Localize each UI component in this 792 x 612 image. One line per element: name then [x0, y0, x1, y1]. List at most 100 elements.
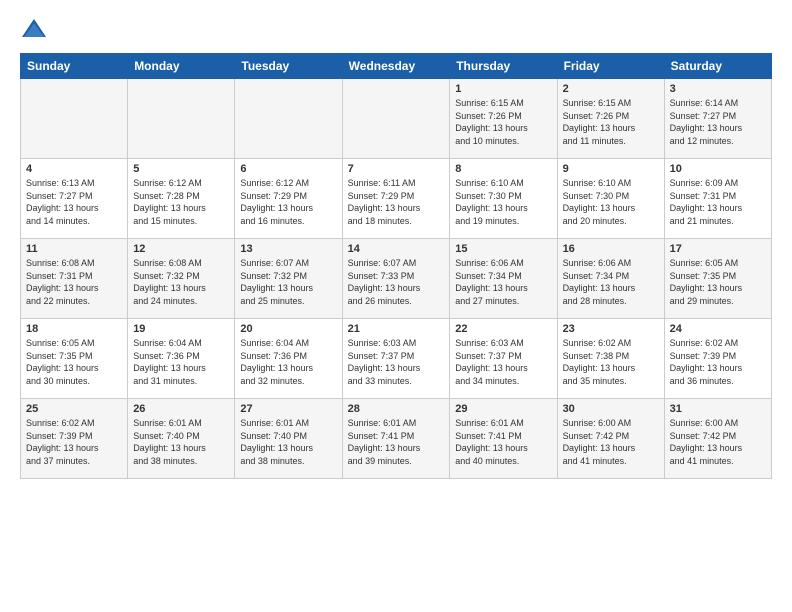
day-info: Sunrise: 6:05 AM Sunset: 7:35 PM Dayligh… — [26, 337, 122, 387]
day-cell-20: 20 Sunrise: 6:04 AM Sunset: 7:36 PM Dayli… — [235, 319, 342, 399]
day-number: 27 — [240, 403, 336, 415]
day-info: Sunrise: 6:12 AM Sunset: 7:29 PM Dayligh… — [240, 177, 336, 227]
day-cell-9: 9Sunrise: 6:10 AM Sunset: 7:30 PM Daylig… — [557, 159, 664, 239]
day-number: 2 — [563, 83, 659, 95]
day-cell-21: 21 Sunrise: 6:03 AM Sunset: 7:37 PM Dayli… — [342, 319, 450, 399]
day-cell-25: 25Sunrise: 6:02 AM Sunset: 7:39 PM Dayli… — [21, 399, 128, 479]
week-row-2: 4 Sunrise: 6:13 AM Sunset: 7:27 PM Daylig… — [21, 159, 772, 239]
day-number: 19 — [133, 323, 229, 335]
day-info: Sunrise: 6:11 AM Sunset: 7:29 PM Dayligh… — [348, 177, 445, 227]
day-cell-24: 24 Sunrise: 6:02 AM Sunset: 7:39 PM Dayli… — [664, 319, 771, 399]
day-cell-empty-0-2 — [235, 79, 342, 159]
day-cell-7: 7 Sunrise: 6:11 AM Sunset: 7:29 PM Daylig… — [342, 159, 450, 239]
day-info: Sunrise: 6:02 AM Sunset: 7:39 PM Dayligh… — [26, 417, 122, 467]
day-cell-3: 3Sunrise: 6:14 AM Sunset: 7:27 PM Daylig… — [664, 79, 771, 159]
day-number: 11 — [26, 243, 122, 255]
week-row-3: 11 Sunrise: 6:08 AM Sunset: 7:31 PM Dayli… — [21, 239, 772, 319]
day-number: 31 — [670, 403, 766, 415]
day-cell-5: 5Sunrise: 6:12 AM Sunset: 7:28 PM Daylig… — [128, 159, 235, 239]
day-number: 17 — [670, 243, 766, 255]
day-info: Sunrise: 6:02 AM Sunset: 7:39 PM Dayligh… — [670, 337, 766, 387]
day-info: Sunrise: 6:05 AM Sunset: 7:35 PM Dayligh… — [670, 257, 766, 307]
day-number: 1 — [455, 83, 551, 95]
day-info: Sunrise: 6:00 AM Sunset: 7:42 PM Dayligh… — [670, 417, 766, 467]
day-info: Sunrise: 6:06 AM Sunset: 7:34 PM Dayligh… — [563, 257, 659, 307]
week-row-1: 1 Sunrise: 6:15 AM Sunset: 7:26 PM Daylig… — [21, 79, 772, 159]
day-number: 23 — [563, 323, 659, 335]
day-info: Sunrise: 6:04 AM Sunset: 7:36 PM Dayligh… — [240, 337, 336, 387]
day-info: Sunrise: 6:13 AM Sunset: 7:27 PM Dayligh… — [26, 177, 122, 227]
day-number: 24 — [670, 323, 766, 335]
col-header-thursday: Thursday — [450, 54, 557, 79]
day-cell-31: 31 Sunrise: 6:00 AM Sunset: 7:42 PM Dayli… — [664, 399, 771, 479]
day-number: 15 — [455, 243, 551, 255]
day-number: 30 — [563, 403, 659, 415]
day-cell-empty-0-3 — [342, 79, 450, 159]
day-number: 4 — [26, 163, 122, 175]
day-info: Sunrise: 6:01 AM Sunset: 7:41 PM Dayligh… — [455, 417, 551, 467]
day-info: Sunrise: 6:09 AM Sunset: 7:31 PM Dayligh… — [670, 177, 766, 227]
day-info: Sunrise: 6:07 AM Sunset: 7:33 PM Dayligh… — [348, 257, 445, 307]
day-cell-15: 15 Sunrise: 6:06 AM Sunset: 7:34 PM Dayli… — [450, 239, 557, 319]
day-number: 13 — [240, 243, 336, 255]
day-number: 10 — [670, 163, 766, 175]
day-info: Sunrise: 6:15 AM Sunset: 7:26 PM Dayligh… — [455, 97, 551, 147]
day-number: 8 — [455, 163, 551, 175]
day-info: Sunrise: 6:01 AM Sunset: 7:40 PM Dayligh… — [240, 417, 336, 467]
day-number: 28 — [348, 403, 445, 415]
day-info: Sunrise: 6:03 AM Sunset: 7:37 PM Dayligh… — [348, 337, 445, 387]
day-number: 20 — [240, 323, 336, 335]
day-cell-19: 19 Sunrise: 6:04 AM Sunset: 7:36 PM Dayli… — [128, 319, 235, 399]
day-number: 21 — [348, 323, 445, 335]
day-info: Sunrise: 6:08 AM Sunset: 7:31 PM Dayligh… — [26, 257, 122, 307]
col-header-saturday: Saturday — [664, 54, 771, 79]
day-info: Sunrise: 6:10 AM Sunset: 7:30 PM Dayligh… — [455, 177, 551, 227]
day-cell-22: 22Sunrise: 6:03 AM Sunset: 7:37 PM Dayli… — [450, 319, 557, 399]
col-header-wednesday: Wednesday — [342, 54, 450, 79]
day-cell-27: 27 Sunrise: 6:01 AM Sunset: 7:40 PM Dayli… — [235, 399, 342, 479]
day-info: Sunrise: 6:06 AM Sunset: 7:34 PM Dayligh… — [455, 257, 551, 307]
day-info: Sunrise: 6:12 AM Sunset: 7:28 PM Dayligh… — [133, 177, 229, 227]
day-number: 16 — [563, 243, 659, 255]
calendar-header-row: SundayMondayTuesdayWednesdayThursdayFrid… — [21, 54, 772, 79]
day-cell-12: 12 Sunrise: 6:08 AM Sunset: 7:32 PM Dayli… — [128, 239, 235, 319]
day-info: Sunrise: 6:00 AM Sunset: 7:42 PM Dayligh… — [563, 417, 659, 467]
day-info: Sunrise: 6:15 AM Sunset: 7:26 PM Dayligh… — [563, 97, 659, 147]
calendar-table: SundayMondayTuesdayWednesdayThursdayFrid… — [20, 53, 772, 479]
day-number: 6 — [240, 163, 336, 175]
day-info: Sunrise: 6:02 AM Sunset: 7:38 PM Dayligh… — [563, 337, 659, 387]
header — [20, 15, 772, 43]
day-cell-8: 8 Sunrise: 6:10 AM Sunset: 7:30 PM Daylig… — [450, 159, 557, 239]
day-cell-2: 2 Sunrise: 6:15 AM Sunset: 7:26 PM Daylig… — [557, 79, 664, 159]
day-cell-4: 4 Sunrise: 6:13 AM Sunset: 7:27 PM Daylig… — [21, 159, 128, 239]
day-cell-1: 1 Sunrise: 6:15 AM Sunset: 7:26 PM Daylig… — [450, 79, 557, 159]
day-number: 7 — [348, 163, 445, 175]
day-number: 3 — [670, 83, 766, 95]
day-cell-23: 23 Sunrise: 6:02 AM Sunset: 7:38 PM Dayli… — [557, 319, 664, 399]
day-cell-empty-0-0 — [21, 79, 128, 159]
day-number: 29 — [455, 403, 551, 415]
logo-icon — [20, 15, 48, 43]
day-info: Sunrise: 6:04 AM Sunset: 7:36 PM Dayligh… — [133, 337, 229, 387]
day-cell-empty-0-1 — [128, 79, 235, 159]
day-number: 14 — [348, 243, 445, 255]
day-cell-14: 14 Sunrise: 6:07 AM Sunset: 7:33 PM Dayli… — [342, 239, 450, 319]
col-header-tuesday: Tuesday — [235, 54, 342, 79]
col-header-sunday: Sunday — [21, 54, 128, 79]
week-row-4: 18Sunrise: 6:05 AM Sunset: 7:35 PM Dayli… — [21, 319, 772, 399]
day-info: Sunrise: 6:01 AM Sunset: 7:41 PM Dayligh… — [348, 417, 445, 467]
day-cell-13: 13 Sunrise: 6:07 AM Sunset: 7:32 PM Dayli… — [235, 239, 342, 319]
week-row-5: 25Sunrise: 6:02 AM Sunset: 7:39 PM Dayli… — [21, 399, 772, 479]
day-info: Sunrise: 6:07 AM Sunset: 7:32 PM Dayligh… — [240, 257, 336, 307]
day-cell-6: 6 Sunrise: 6:12 AM Sunset: 7:29 PM Daylig… — [235, 159, 342, 239]
day-cell-10: 10 Sunrise: 6:09 AM Sunset: 7:31 PM Dayli… — [664, 159, 771, 239]
day-cell-18: 18Sunrise: 6:05 AM Sunset: 7:35 PM Dayli… — [21, 319, 128, 399]
day-number: 12 — [133, 243, 229, 255]
day-number: 9 — [563, 163, 659, 175]
day-cell-16: 16 Sunrise: 6:06 AM Sunset: 7:34 PM Dayli… — [557, 239, 664, 319]
day-info: Sunrise: 6:08 AM Sunset: 7:32 PM Dayligh… — [133, 257, 229, 307]
col-header-friday: Friday — [557, 54, 664, 79]
day-number: 26 — [133, 403, 229, 415]
logo — [20, 15, 52, 43]
day-cell-11: 11 Sunrise: 6:08 AM Sunset: 7:31 PM Dayli… — [21, 239, 128, 319]
